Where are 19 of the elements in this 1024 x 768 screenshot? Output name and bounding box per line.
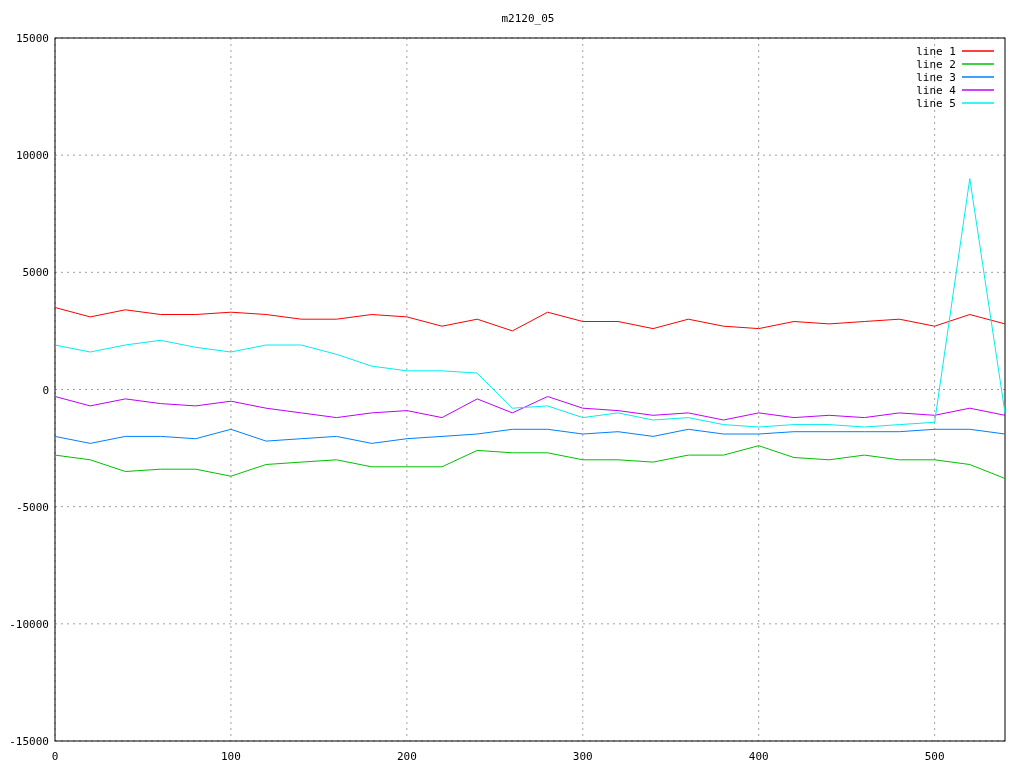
y-tick-label: 5000 — [22, 266, 49, 280]
legend-label: line 2 — [916, 58, 956, 71]
x-tick-label: 400 — [748, 750, 769, 763]
x-tick-label: 0 — [51, 750, 59, 763]
x-tick-label: 500 — [924, 750, 945, 763]
x-tick-label: 100 — [221, 750, 241, 763]
x-tick-label: 300 — [572, 750, 593, 763]
legend-label: line 1 — [916, 45, 956, 58]
legend-label: line 4 — [916, 84, 956, 97]
legend-label: line 3 — [916, 71, 956, 84]
chart-title: m2120_05 — [501, 12, 555, 25]
y-tick-label: -15000 — [9, 735, 49, 748]
y-tick-label: -10000 — [9, 617, 49, 631]
y-tick-label: 10000 — [15, 149, 49, 163]
legend-label: line 5 — [916, 97, 956, 110]
y-tick-label: -5000 — [15, 500, 49, 514]
y-tick-label: 0 — [42, 383, 49, 397]
y-tick-label: 15000 — [15, 32, 49, 45]
x-tick-label: 200 — [396, 750, 417, 763]
